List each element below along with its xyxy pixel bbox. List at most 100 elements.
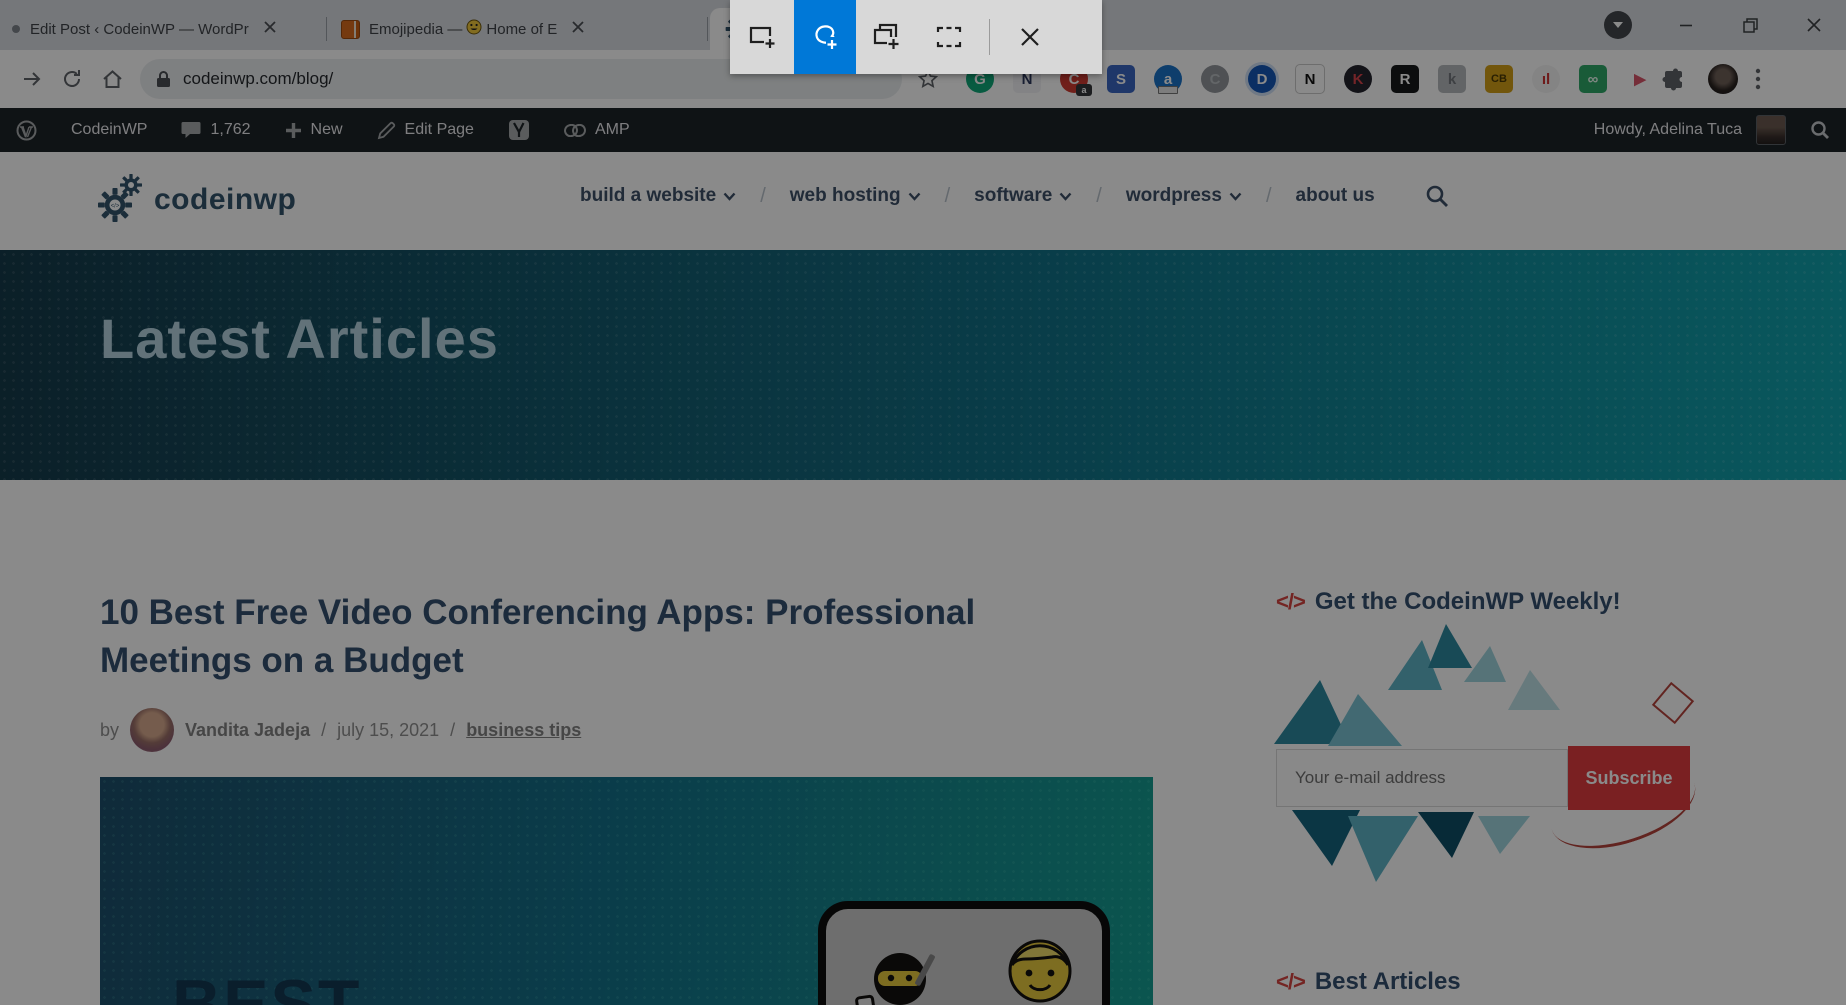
codeinwp-logo[interactable]: </> codeinwp — [98, 174, 296, 226]
snip-close-button[interactable] — [999, 0, 1061, 74]
email-input[interactable] — [1276, 749, 1568, 807]
tab-divider — [326, 17, 327, 41]
browser-menu-dots-icon[interactable] — [1738, 59, 1778, 99]
notion-icon[interactable]: N — [1295, 64, 1325, 94]
minimize-button[interactable] — [1654, 0, 1718, 50]
k-disabled-ext-icon[interactable]: k — [1438, 65, 1466, 93]
emoji-card-graphic — [818, 901, 1110, 1005]
byline-separator: / — [450, 720, 455, 741]
nav-about-us[interactable]: about us — [1296, 185, 1375, 207]
rectangular-snip-button[interactable] — [732, 0, 794, 74]
pencil-icon — [377, 121, 396, 140]
nav-software[interactable]: software — [974, 185, 1072, 207]
nav-separator: / — [945, 185, 951, 208]
link-icon — [564, 124, 586, 137]
admin-yoast-button[interactable] — [508, 119, 530, 141]
window-controls — [1604, 0, 1846, 50]
ninja-emoji-icon — [852, 945, 944, 1005]
logo-text: codeinwp — [154, 183, 296, 217]
author-name-link[interactable]: Vandita Jadeja — [185, 720, 310, 741]
cb-gold-ext-icon[interactable]: CB — [1485, 65, 1513, 93]
r-black-ext-icon[interactable]: R — [1391, 65, 1419, 93]
wp-logo-menu[interactable] — [16, 120, 37, 141]
post-byline: by Vandita Jadeja / july 15, 2021 / busi… — [100, 708, 581, 752]
author-avatar[interactable] — [130, 708, 174, 752]
nav-separator: / — [1266, 185, 1272, 208]
nav-build-a-website[interactable]: build a website — [580, 185, 736, 207]
admin-comments[interactable]: 1,762 — [181, 121, 250, 139]
wp-admin-bar: CodeinWP 1,762 New Edit Page AMP Howdy, … — [0, 108, 1846, 152]
rank-chart-ext-icon[interactable]: ıl — [1532, 65, 1560, 93]
screen: Edit Post ‹ CodeinWP — WordPr Emojipedia… — [0, 0, 1846, 1005]
comments-count: 1,762 — [210, 121, 250, 139]
nav-wordpress[interactable]: wordpress — [1126, 185, 1242, 207]
admin-new-button[interactable]: New — [285, 121, 343, 139]
freeform-snip-button[interactable] — [794, 0, 856, 74]
a-assistant-ext-icon[interactable]: a — [1154, 65, 1182, 93]
admin-edit-page-button[interactable]: Edit Page — [377, 121, 474, 140]
home-icon[interactable] — [92, 59, 132, 99]
close-window-button[interactable] — [1782, 0, 1846, 50]
tab-search-button[interactable] — [1604, 11, 1632, 39]
nav-separator: / — [760, 185, 766, 208]
reload-icon[interactable] — [52, 59, 92, 99]
wordpress-logo-icon — [16, 120, 37, 141]
book-favicon-icon — [341, 20, 360, 39]
toolbar-separator — [989, 19, 990, 55]
category-link[interactable]: business tips — [466, 720, 581, 741]
subscribe-button[interactable]: Subscribe — [1568, 746, 1690, 810]
k-red-ext-icon[interactable]: K — [1344, 65, 1372, 93]
code-accent-icon: </> — [1276, 589, 1305, 615]
site-search-icon[interactable] — [1425, 184, 1449, 208]
tab-favicon — [12, 25, 20, 33]
smiley-icon — [466, 19, 482, 39]
comment-bubble-icon — [181, 121, 201, 139]
best-articles-heading: </> Best Articles — [1276, 968, 1461, 996]
chevron-down-icon — [1229, 192, 1242, 201]
extensions-puzzle-icon[interactable] — [1654, 59, 1694, 99]
tab-title: Home of E — [486, 21, 557, 38]
code-accent-icon: </> — [1276, 969, 1305, 995]
site-header: </> codeinwp — [0, 152, 1846, 250]
lock-icon — [156, 70, 171, 88]
tab-close-icon[interactable] — [263, 20, 277, 38]
fullscreen-snip-button[interactable] — [918, 0, 980, 74]
snip-toolbar — [730, 0, 1102, 74]
chevron-down-icon — [1059, 192, 1072, 201]
admin-avatar[interactable] — [1756, 115, 1786, 145]
tab-edit-post[interactable]: Edit Post ‹ CodeinWP — WordPr — [0, 8, 324, 50]
svg-text:</>: </> — [111, 204, 120, 210]
howdy-greeting[interactable]: Howdy, Adelina Tuca — [1594, 121, 1742, 139]
chevron-down-icon — [908, 192, 921, 201]
by-label: by — [100, 720, 119, 741]
window-snip-button[interactable] — [856, 0, 918, 74]
infinity-green-ext-icon[interactable]: ∞ — [1579, 65, 1607, 93]
nav-separator: / — [1096, 185, 1102, 208]
admin-search-icon[interactable] — [1810, 120, 1830, 140]
chevron-down-icon — [723, 192, 736, 201]
featured-image[interactable]: BEST — [100, 777, 1153, 1005]
byline-separator: / — [321, 720, 326, 741]
paper-plane-icon — [1652, 682, 1694, 724]
play-red-ext-icon[interactable]: ▶ — [1626, 65, 1654, 93]
tab-title: Emojipedia — — [369, 21, 462, 38]
url-text[interactable]: codeinwp.com/blog/ — [183, 69, 333, 89]
newsletter-heading: </> Get the CodeinWP Weekly! — [1276, 588, 1621, 616]
s-blue-ext-icon[interactable]: S — [1107, 65, 1135, 93]
admin-amp-button[interactable]: AMP — [564, 121, 630, 139]
tab-close-icon[interactable] — [571, 20, 585, 38]
newsletter-form: Subscribe — [1276, 749, 1690, 810]
tab-emojipedia[interactable]: Emojipedia — Home of E — [329, 8, 705, 50]
d-blue-ext-icon[interactable]: D — [1248, 65, 1276, 93]
gray-ext-icon[interactable]: C — [1201, 65, 1229, 93]
nav-web-hosting[interactable]: web hosting — [790, 185, 921, 207]
admin-site-name[interactable]: CodeinWP — [71, 121, 147, 139]
gears-logo-icon: </> — [98, 174, 146, 226]
profile-avatar[interactable] — [1708, 64, 1738, 94]
restore-button[interactable] — [1718, 0, 1782, 50]
forward-icon[interactable] — [12, 59, 52, 99]
tab-title: Edit Post ‹ CodeinWP — WordPr — [30, 21, 249, 38]
yoast-seo-icon — [508, 119, 530, 141]
post-date: july 15, 2021 — [337, 720, 439, 741]
post-title-link[interactable]: 10 Best Free Video Conferencing Apps: Pr… — [100, 589, 1030, 686]
